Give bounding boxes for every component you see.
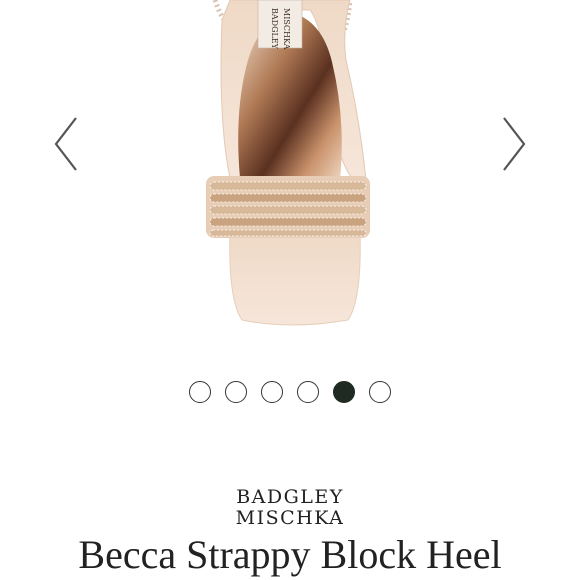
brand-line-1: BADGLEY <box>236 486 344 508</box>
insole-logo-line1: BADGLEY <box>270 8 279 50</box>
brand-logo: BADGLEY MISCHKA <box>0 487 580 529</box>
next-image-button[interactable] <box>494 112 534 176</box>
pagination-dot[interactable] <box>333 381 355 403</box>
pagination-dot[interactable] <box>297 381 319 403</box>
previous-image-button[interactable] <box>46 112 86 176</box>
pagination-dot[interactable] <box>225 381 247 403</box>
pagination-dot[interactable] <box>369 381 391 403</box>
pagination-dot[interactable] <box>261 381 283 403</box>
brand-line-2: MISCHKA <box>235 507 345 529</box>
product-image-gallery: BADGLEY MISCHKA <box>0 0 580 360</box>
chevron-right-icon <box>503 117 526 171</box>
insole-logo-line2: MISCHKA <box>282 8 291 50</box>
product-title: Becca Strappy Block Heel <box>78 532 502 577</box>
product-image: BADGLEY MISCHKA <box>206 0 370 326</box>
pagination-dot[interactable] <box>189 381 211 403</box>
chevron-left-icon <box>54 117 77 171</box>
image-pagination <box>0 381 580 407</box>
